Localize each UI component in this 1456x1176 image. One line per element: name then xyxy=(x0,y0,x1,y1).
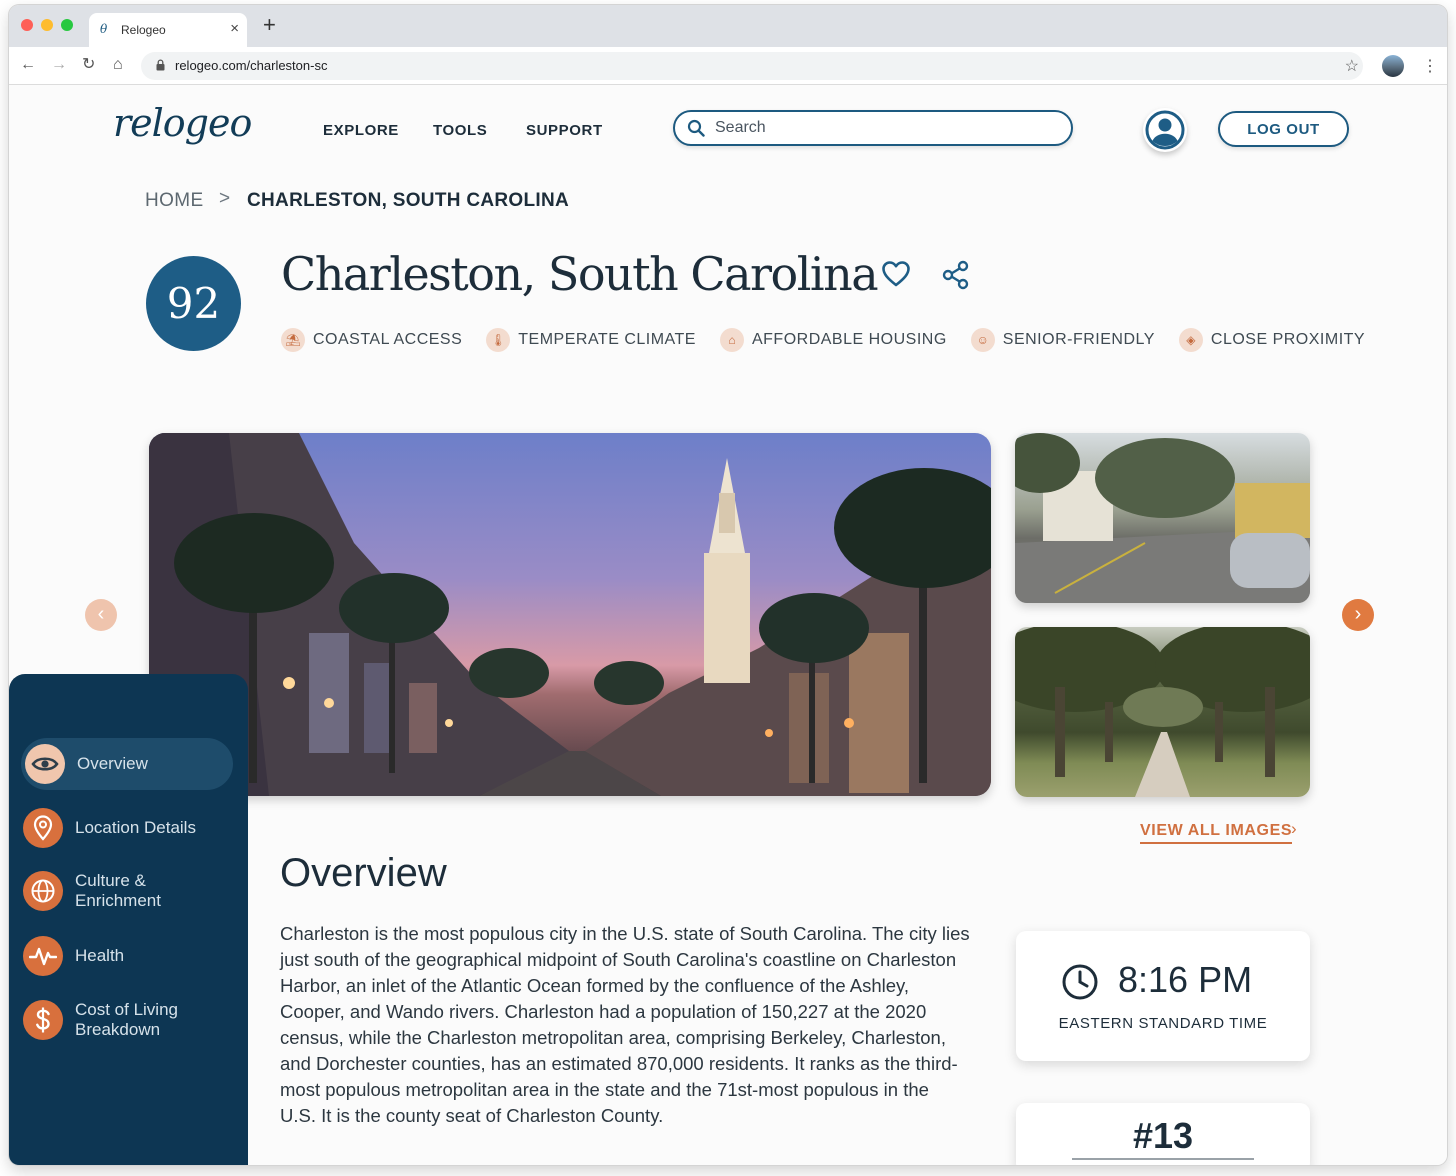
heartbeat-icon xyxy=(23,936,63,976)
tag-coastal-access: ⛱ COASTAL ACCESS xyxy=(281,326,462,354)
zoom-window-button[interactable] xyxy=(61,19,73,31)
main-city-photo[interactable] xyxy=(149,433,991,796)
street-thumbnail-illustration xyxy=(1015,433,1310,603)
city-score-badge: 92 xyxy=(146,256,241,351)
profile-avatar[interactable] xyxy=(1382,55,1404,77)
beach-icon: ⛱ xyxy=(281,328,305,352)
tag-close-proximity: ◈ CLOSE PROXIMITY xyxy=(1178,326,1365,354)
forward-arrow-icon[interactable]: → xyxy=(51,56,67,74)
house-icon: ⌂ xyxy=(719,328,744,352)
nav-support[interactable]: SUPPORT xyxy=(526,122,603,139)
street-scene-illustration xyxy=(149,433,991,796)
clock-icon xyxy=(1062,964,1098,1000)
browser-toolbar: ← → ↻ ⌂ relogeo.com/charleston-sc ☆ ⋮ xyxy=(9,47,1447,85)
rank-value: #13 xyxy=(1132,1115,1194,1156)
chevron-right-icon: › xyxy=(1291,819,1297,838)
bookmark-star-icon[interactable]: ☆ xyxy=(1345,56,1359,76)
rank-card: #13 xyxy=(1016,1103,1310,1165)
page-title: Charleston, South Carolina xyxy=(281,247,879,301)
search-icon xyxy=(687,119,705,137)
page-content: relogeo EXPLORE TOOLS SUPPORT LOG OUT HO… xyxy=(9,85,1447,1165)
search-box[interactable] xyxy=(673,110,1073,146)
browser-menu-icon[interactable]: ⋮ xyxy=(1422,56,1438,76)
sidebar-item-overview[interactable]: Overview xyxy=(21,738,233,790)
tag-affordable-housing: ⌂ AFFORDABLE HOUSING xyxy=(719,326,947,354)
user-icon xyxy=(1145,110,1185,150)
section-sidebar: Overview Location Details Culture & Enri… xyxy=(9,674,248,1165)
senior-icon: ☺ xyxy=(970,328,995,352)
view-all-images-link[interactable]: VIEW ALL IMAGES xyxy=(1140,822,1293,844)
favorite-heart-icon[interactable] xyxy=(881,260,911,288)
oak-avenue-photo-thumbnail[interactable] xyxy=(1015,627,1310,797)
tag-senior-friendly: ☺ SENIOR-FRIENDLY xyxy=(970,326,1155,354)
gallery-next-button[interactable]: › xyxy=(1342,599,1374,631)
breadcrumb-home[interactable]: HOME xyxy=(145,190,204,212)
home-icon[interactable]: ⌂ xyxy=(113,56,123,74)
city-tags: ⛱ COASTAL ACCESS 🌡 TEMPERATE CLIMATE ⌂ A… xyxy=(281,326,1365,354)
tab-title: Relogeo xyxy=(121,23,166,37)
new-tab-icon[interactable]: + xyxy=(263,14,276,36)
local-time-card: 8:16 PM EASTERN STANDARD TIME xyxy=(1016,931,1310,1061)
sidebar-item-cost-of-living[interactable]: Cost of Living Breakdown xyxy=(23,1000,235,1040)
sidebar-item-health[interactable]: Health xyxy=(23,936,235,976)
share-icon[interactable] xyxy=(942,260,970,290)
local-time: 8:16 PM xyxy=(1118,959,1253,1000)
gallery-previous-button[interactable]: ‹ xyxy=(85,599,117,631)
minimize-window-button[interactable] xyxy=(41,19,53,31)
address-bar[interactable]: relogeo.com/charleston-sc ☆ xyxy=(141,52,1363,80)
overview-paragraph: Charleston is the most populous city in … xyxy=(280,923,970,1126)
nav-tools[interactable]: TOOLS xyxy=(433,122,487,139)
reload-icon[interactable]: ↻ xyxy=(82,56,95,74)
oak-avenue-illustration xyxy=(1015,627,1310,797)
breadcrumb-current: CHARLESTON, SOUTH CAROLINA xyxy=(247,190,570,211)
close-window-button[interactable] xyxy=(21,19,33,31)
tab-strip: θ Relogeo × + xyxy=(9,5,1447,47)
time-zone: EASTERN STANDARD TIME xyxy=(1058,1015,1268,1032)
favicon-icon: θ xyxy=(100,22,108,36)
thermometer-icon: 🌡 xyxy=(486,328,511,352)
site-logo[interactable]: relogeo xyxy=(113,101,252,145)
nav-explore[interactable]: EXPLORE xyxy=(323,122,399,139)
rank-divider xyxy=(1072,1158,1254,1160)
browser-tab[interactable]: θ Relogeo × xyxy=(89,13,247,47)
logout-button[interactable]: LOG OUT xyxy=(1218,111,1349,147)
breadcrumb-chevron-icon: > xyxy=(219,188,231,209)
overview-heading: Overview xyxy=(280,851,447,895)
user-account-button[interactable] xyxy=(1143,108,1187,152)
close-tab-icon[interactable]: × xyxy=(230,20,239,37)
browser-window: θ Relogeo × + ← → ↻ ⌂ relogeo.com/charle… xyxy=(9,5,1447,1165)
tag-temperate-climate: 🌡 TEMPERATE CLIMATE xyxy=(486,326,696,354)
back-arrow-icon[interactable]: ← xyxy=(20,56,36,74)
eye-icon xyxy=(25,744,65,784)
street-photo-thumbnail[interactable] xyxy=(1015,433,1310,603)
location-icon: ◈ xyxy=(1178,328,1203,352)
search-input[interactable] xyxy=(715,115,1055,141)
map-pin-icon xyxy=(23,808,63,848)
globe-icon xyxy=(23,871,63,911)
sidebar-item-location-details[interactable]: Location Details xyxy=(23,808,235,848)
lock-icon xyxy=(156,59,165,71)
url-text: relogeo.com/charleston-sc xyxy=(175,58,328,73)
sidebar-item-culture-enrichment[interactable]: Culture & Enrichment xyxy=(23,871,235,911)
dollar-icon xyxy=(23,1000,63,1040)
